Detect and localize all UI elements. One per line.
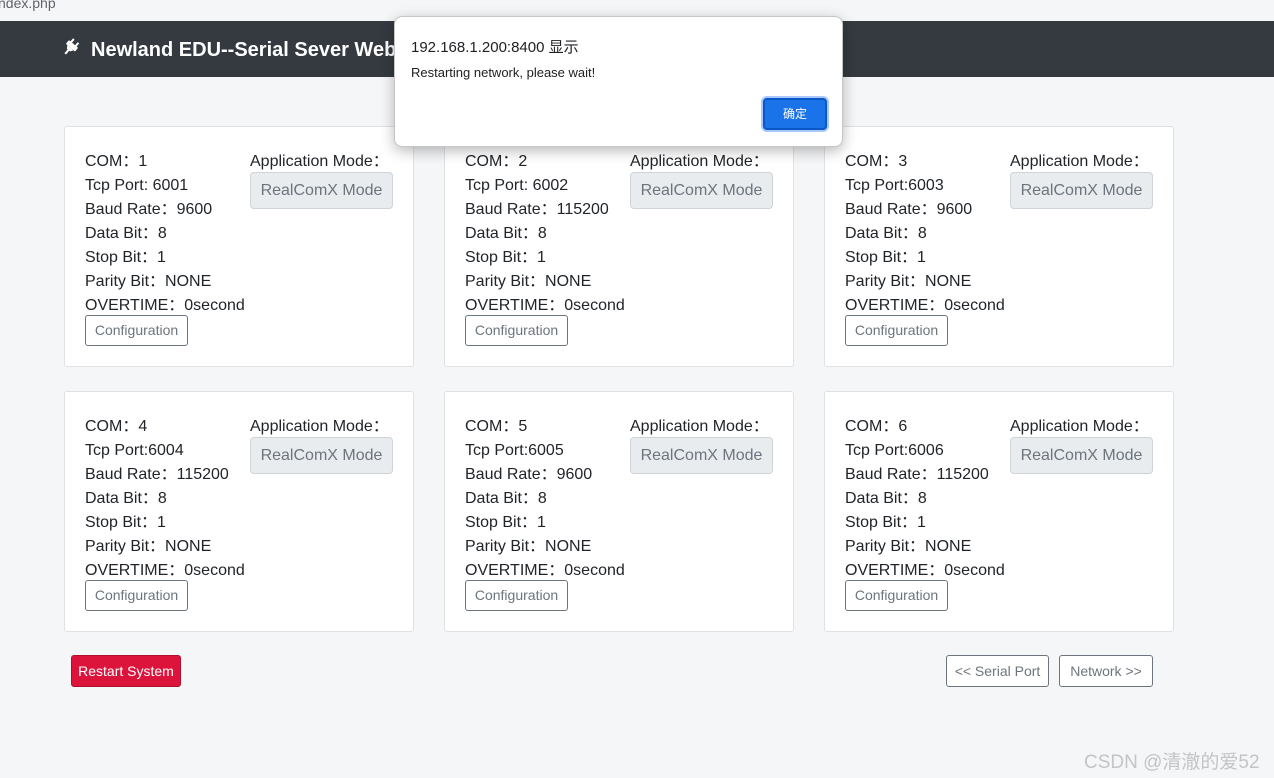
- configuration-button[interactable]: Configuration: [465, 315, 568, 346]
- com-card: COM：2 Tcp Port: 6002 Baud Rate：115200 Da…: [444, 126, 794, 367]
- tcp-port: Tcp Port:6005: [465, 442, 564, 459]
- stop-bit: Stop Bit：1: [85, 249, 166, 266]
- data-bit: Data Bit：8: [85, 490, 167, 507]
- application-mode-label: Application Mode：: [1010, 153, 1149, 170]
- configuration-button[interactable]: Configuration: [845, 580, 948, 611]
- dialog-ok-button[interactable]: 确定: [763, 98, 827, 130]
- application-mode-label: Application Mode：: [250, 418, 389, 435]
- port-info: COM：1 Tcp Port: 6001 Baud Rate：9600 Data…: [85, 150, 245, 318]
- baud-rate: Baud Rate：9600: [85, 201, 213, 218]
- alert-dialog: 192.168.1.200:8400 显示 Restarting network…: [394, 16, 843, 147]
- application-mode-label: Application Mode：: [250, 153, 389, 170]
- data-bit: Data Bit：8: [845, 490, 927, 507]
- com-number: COM：2: [465, 153, 528, 170]
- stop-bit: Stop Bit：1: [85, 514, 166, 531]
- configuration-button[interactable]: Configuration: [465, 580, 568, 611]
- com-card: COM：4 Tcp Port:6004 Baud Rate：115200 Dat…: [64, 391, 414, 632]
- data-bit: Data Bit：8: [85, 225, 167, 242]
- com-card: COM：6 Tcp Port:6006 Baud Rate：115200 Dat…: [824, 391, 1174, 632]
- parity-bit: Parity Bit：NONE: [845, 538, 972, 555]
- tcp-port: Tcp Port: 6002: [465, 177, 569, 194]
- com-number: COM：6: [845, 418, 908, 435]
- port-info: COM：6 Tcp Port:6006 Baud Rate：115200 Dat…: [845, 415, 1005, 583]
- com-number: COM：1: [85, 153, 148, 170]
- data-bit: Data Bit：8: [845, 225, 927, 242]
- page-title: Newland EDU--Serial Sever Web: [91, 39, 397, 61]
- application-mode-button[interactable]: RealComX Mode: [1010, 172, 1153, 209]
- data-bit: Data Bit：8: [465, 490, 547, 507]
- port-info: COM：5 Tcp Port:6005 Baud Rate：9600 Data …: [465, 415, 625, 583]
- com-card: COM：3 Tcp Port:6003 Baud Rate：9600 Data …: [824, 126, 1174, 367]
- baud-rate: Baud Rate：115200: [845, 466, 989, 483]
- restart-system-button[interactable]: Restart System: [71, 655, 181, 687]
- plug-icon: [64, 38, 80, 55]
- port-info: COM：3 Tcp Port:6003 Baud Rate：9600 Data …: [845, 150, 1005, 318]
- baud-rate: Baud Rate：115200: [465, 201, 609, 218]
- watermark: CSDN @清澈的爱52: [1084, 752, 1260, 773]
- tcp-port: Tcp Port:6004: [85, 442, 184, 459]
- application-mode-button[interactable]: RealComX Mode: [630, 172, 773, 209]
- dialog-message: Restarting network, please wait!: [411, 65, 596, 80]
- parity-bit: Parity Bit：NONE: [85, 538, 212, 555]
- network-next-button[interactable]: Network >>: [1059, 655, 1153, 687]
- baud-rate: Baud Rate：115200: [85, 466, 229, 483]
- port-info: COM：2 Tcp Port: 6002 Baud Rate：115200 Da…: [465, 150, 625, 318]
- configuration-button[interactable]: Configuration: [85, 580, 188, 611]
- com-number: COM：4: [85, 418, 148, 435]
- application-mode-button[interactable]: RealComX Mode: [630, 437, 773, 474]
- stop-bit: Stop Bit：1: [465, 514, 546, 531]
- parity-bit: Parity Bit：NONE: [845, 273, 972, 290]
- tcp-port: Tcp Port:6006: [845, 442, 944, 459]
- parity-bit: Parity Bit：NONE: [85, 273, 212, 290]
- baud-rate: Baud Rate：9600: [845, 201, 973, 218]
- data-bit: Data Bit：8: [465, 225, 547, 242]
- com-card: COM：1 Tcp Port: 6001 Baud Rate：9600 Data…: [64, 126, 414, 367]
- application-mode-label: Application Mode：: [630, 418, 769, 435]
- application-mode-button[interactable]: RealComX Mode: [250, 437, 393, 474]
- application-mode-button[interactable]: RealComX Mode: [1010, 437, 1153, 474]
- com-card: COM：5 Tcp Port:6005 Baud Rate：9600 Data …: [444, 391, 794, 632]
- com-number: COM：5: [465, 418, 528, 435]
- stop-bit: Stop Bit：1: [465, 249, 546, 266]
- stop-bit: Stop Bit：1: [845, 514, 926, 531]
- tcp-port: Tcp Port: 6001: [85, 177, 189, 194]
- baud-rate: Baud Rate：9600: [465, 466, 593, 483]
- tcp-port: Tcp Port:6003: [845, 177, 944, 194]
- serial-port-prev-button[interactable]: << Serial Port: [946, 655, 1049, 687]
- application-mode-button[interactable]: RealComX Mode: [250, 172, 393, 209]
- url-text: ndex.php: [0, 0, 56, 11]
- dialog-title: 192.168.1.200:8400 显示: [411, 39, 579, 56]
- parity-bit: Parity Bit：NONE: [465, 273, 592, 290]
- configuration-button[interactable]: Configuration: [845, 315, 948, 346]
- application-mode-label: Application Mode：: [1010, 418, 1149, 435]
- parity-bit: Parity Bit：NONE: [465, 538, 592, 555]
- com-number: COM：3: [845, 153, 908, 170]
- configuration-button[interactable]: Configuration: [85, 315, 188, 346]
- stop-bit: Stop Bit：1: [845, 249, 926, 266]
- application-mode-label: Application Mode：: [630, 153, 769, 170]
- port-info: COM：4 Tcp Port:6004 Baud Rate：115200 Dat…: [85, 415, 245, 583]
